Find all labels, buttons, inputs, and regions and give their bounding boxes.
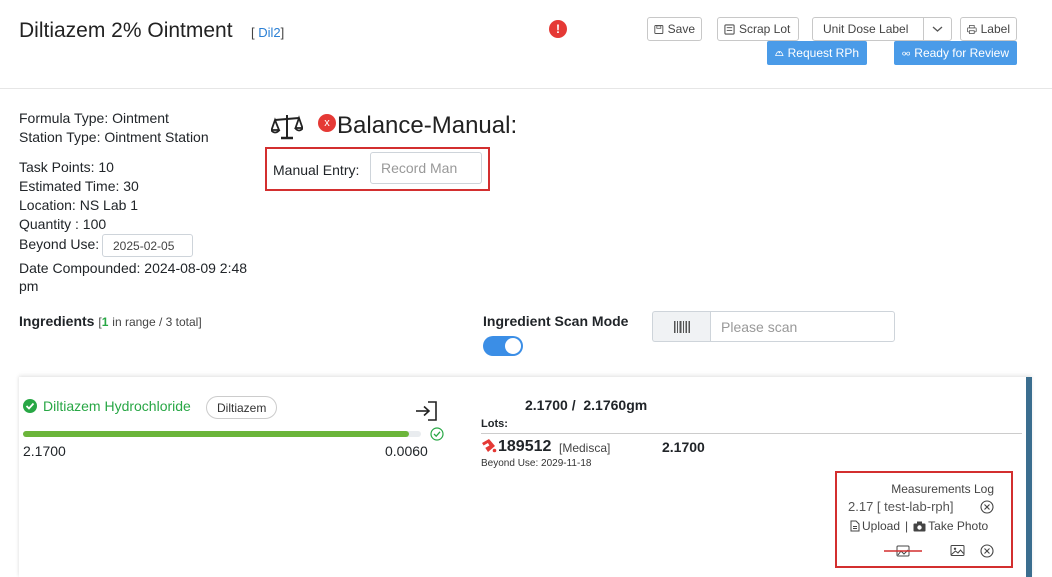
scrap-icon — [724, 23, 735, 35]
take-photo-link[interactable]: Take Photo — [928, 519, 988, 533]
remove-entry-icon[interactable] — [980, 500, 994, 514]
balance-scale-icon — [271, 115, 303, 140]
date-compounded-time: pm — [19, 278, 39, 294]
location: Location: NS Lab 1 — [19, 197, 139, 213]
barcode-icon-box — [652, 311, 711, 342]
request-rph-label: Request RPh — [787, 46, 859, 60]
printer-icon — [967, 24, 977, 34]
ingredients-summary: Ingredients [1 in range / 3 total] — [19, 313, 202, 329]
formula-code-link[interactable]: Dil2 — [258, 25, 280, 40]
glasses-icon — [902, 51, 911, 56]
disabled-image-icon[interactable] — [884, 544, 922, 558]
measurement-entry: 2.17 [ test-lab-rph] — [848, 499, 954, 514]
lot-bottle-icon — [482, 439, 497, 453]
quantity: Quantity : 100 — [19, 216, 107, 232]
ingredient-progress-fill — [23, 431, 410, 437]
beyond-use-label: Beyond Use: — [19, 236, 100, 252]
ready-for-review-label: Ready for Review — [914, 46, 1009, 60]
progress-left-value: 2.1700 — [23, 443, 66, 459]
pharmacist-icon — [775, 50, 784, 56]
log-actions: Upload | Take Photo — [850, 519, 988, 533]
lot-supplier: [Medisca] — [559, 441, 611, 455]
ingredients-label: Ingredients — [19, 313, 95, 329]
unit-dose-label-dropdown[interactable]: Unit Dose Label — [812, 17, 952, 41]
file-icon — [850, 520, 860, 532]
scan-mode-label: Ingredient Scan Mode — [483, 313, 629, 329]
page-title: Diltiazem 2% Ointment — [19, 19, 233, 42]
lots-divider — [481, 433, 1022, 434]
formula-code: [ Dil2] — [251, 25, 284, 40]
task-points: Task Points: 10 — [19, 159, 114, 175]
lots-label: Lots: — [481, 418, 508, 430]
camera-icon — [913, 521, 926, 531]
check-circle-icon — [23, 399, 37, 413]
lot-beyond-use: Beyond Use: 2029-11-18 — [481, 458, 592, 469]
manual-entry-label: Manual Entry: — [273, 162, 360, 178]
delete-photo-icon[interactable] — [980, 544, 994, 558]
unit-dose-label-text: Unit Dose Label — [823, 22, 909, 36]
ingredient-progress-track — [23, 431, 421, 437]
save-button[interactable]: Save — [647, 17, 702, 41]
progress-right-value: 0.0060 — [385, 443, 428, 459]
upload-link[interactable]: Upload — [862, 519, 900, 533]
sign-in-icon[interactable] — [415, 401, 438, 421]
scrap-lot-label: Scrap Lot — [739, 22, 791, 36]
dropdown-divider — [923, 18, 924, 40]
label-button[interactable]: Label — [960, 17, 1017, 41]
estimated-time: Estimated Time: 30 — [19, 178, 139, 194]
lot-number[interactable]: 189512 — [498, 438, 551, 456]
header-divider — [0, 88, 1052, 89]
target-weight: 2.1700 / 2.1760gm — [525, 397, 648, 413]
ingredient-name[interactable]: Diltiazem Hydrochloride — [43, 398, 191, 414]
card-scrollbar[interactable] — [1026, 377, 1032, 577]
chevron-down-icon[interactable] — [932, 25, 943, 33]
request-rph-button[interactable]: Request RPh — [767, 41, 867, 65]
ingredient-tag: Diltiazem — [206, 396, 278, 419]
beyond-use-date-input[interactable]: 2025-02-05 — [102, 234, 193, 257]
scan-input[interactable]: Please scan — [710, 311, 895, 342]
code-close-bracket: ] — [280, 25, 285, 40]
measurements-log-title: Measurements Log — [891, 482, 994, 496]
formula-type: Formula Type: Ointment — [19, 110, 169, 126]
save-label: Save — [667, 22, 695, 36]
scrap-lot-button[interactable]: Scrap Lot — [717, 17, 799, 41]
ready-for-review-button[interactable]: Ready for Review — [894, 41, 1017, 65]
lot-amount: 2.1700 — [662, 439, 705, 455]
station-type: Station Type: Ointment Station — [19, 129, 209, 145]
ingredients-in-range-count: 1 — [101, 315, 109, 329]
balance-title: Balance-Manual: — [337, 112, 518, 139]
ingredients-total: in range / 3 total] — [112, 315, 202, 329]
barcode-icon — [674, 320, 690, 333]
label-label: Label — [980, 22, 1010, 36]
alert-icon[interactable]: ! — [549, 20, 567, 38]
manual-entry-input[interactable]: Record Man — [370, 152, 482, 184]
progress-check-icon — [430, 427, 444, 441]
save-icon — [654, 24, 664, 34]
action-separator: | — [905, 519, 909, 533]
balance-close-icon[interactable]: x — [318, 114, 336, 132]
image-icon[interactable] — [950, 544, 965, 557]
scan-mode-toggle[interactable] — [483, 336, 523, 356]
code-open-bracket: [ — [251, 25, 255, 40]
toggle-knob — [505, 338, 521, 354]
date-compounded: Date Compounded: 2024-08-09 2:48 — [19, 260, 248, 276]
